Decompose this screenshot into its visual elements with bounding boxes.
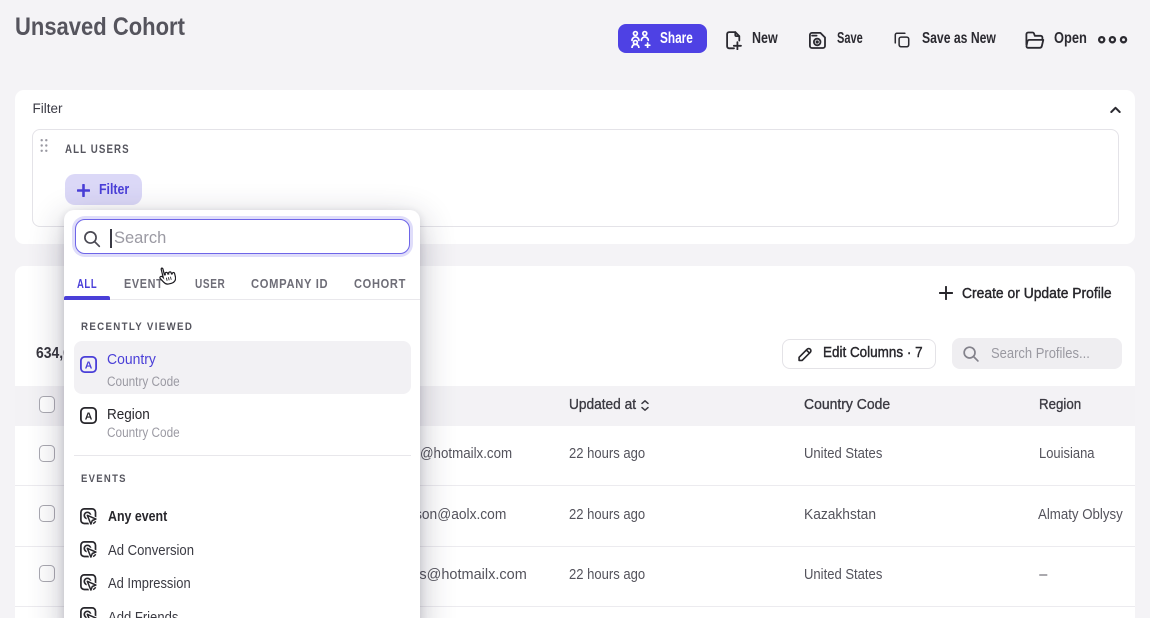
svg-text:A: A [85, 360, 93, 372]
svg-text:A: A [84, 410, 92, 422]
